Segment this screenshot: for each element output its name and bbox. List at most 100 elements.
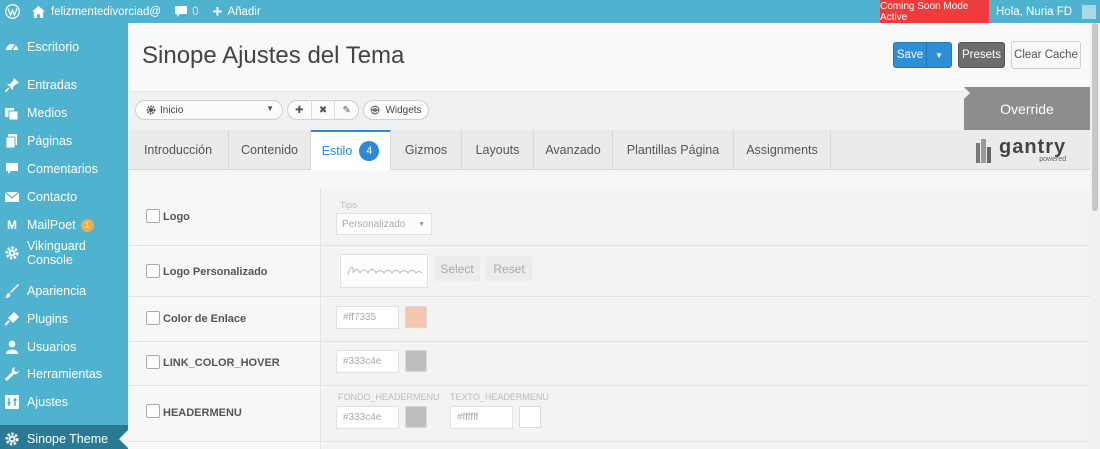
sidebar-item-label: Sinope Theme: [27, 432, 109, 446]
user-icon: [5, 340, 19, 354]
tab-layouts[interactable]: Layouts: [462, 130, 534, 170]
sidebar-item-apariencia[interactable]: Apariencia: [0, 277, 128, 305]
comment-bubble-icon: [175, 6, 188, 17]
sidebar-item-vikinguard[interactable]: Vikinguard Console: [0, 239, 128, 267]
gantry-tower-icon: [976, 139, 991, 163]
setting-label: HEADERMENU: [163, 407, 242, 419]
save-label: Save: [896, 49, 924, 61]
scrollbar-thumb[interactable]: [1092, 23, 1098, 211]
link-color-checkbox[interactable]: [146, 311, 160, 325]
coming-soon-badge[interactable]: Coming Soon Mode Active: [880, 0, 989, 23]
sidebar-item-sinope-theme[interactable]: Sinope Theme: [0, 425, 128, 449]
gear-icon: [5, 246, 19, 260]
pin-icon: [5, 78, 19, 92]
chevron-down-icon[interactable]: ▼: [926, 43, 951, 67]
add-new-label: Añadir: [227, 5, 261, 18]
preset-select[interactable]: Inicio ▼: [135, 100, 283, 120]
add-new-link[interactable]: + Añadir: [213, 0, 261, 23]
chevron-down-icon: ▼: [418, 220, 425, 228]
greeting-label: Hola, Nuria FD: [996, 5, 1073, 18]
select-logo-button[interactable]: Select: [434, 256, 480, 281]
setting-row-logo: Logo Tipo Personalizado ▼: [128, 188, 1090, 246]
save-button[interactable]: Save ▼: [893, 42, 952, 68]
sidebar-item-usuarios[interactable]: Usuarios: [0, 333, 128, 361]
wordpress-logo-icon[interactable]: [1, 0, 24, 23]
site-name-link[interactable]: felizmentedivorciad@: [32, 0, 161, 23]
sidebar-item-ajustes[interactable]: Ajustes: [0, 388, 128, 416]
sidebar-item-entradas[interactable]: Entradas: [0, 71, 128, 99]
sidebar-item-contacto[interactable]: Contacto: [0, 183, 128, 211]
tab-plantillas-pagina[interactable]: Plantillas Página: [613, 130, 734, 170]
preset-select-value: Inicio: [160, 104, 184, 116]
sidebar-item-label: Entradas: [27, 78, 78, 92]
tab-introduccion[interactable]: Introducción: [128, 130, 229, 170]
sidebar-item-paginas[interactable]: Páginas: [0, 127, 128, 155]
tab-label: Plantillas Página: [626, 143, 720, 157]
headermenu-text-input[interactable]: #ffffff: [450, 406, 513, 429]
link-color-hover-input[interactable]: #333c4e: [336, 350, 399, 373]
tab-estilo[interactable]: Estilo 4: [311, 130, 391, 170]
avatar: [1082, 4, 1097, 19]
pages-icon: [5, 134, 19, 148]
edit-pencil-icon[interactable]: ✎: [335, 101, 358, 119]
logo-checkbox[interactable]: [146, 209, 160, 223]
clear-cache-button[interactable]: Clear Cache: [1011, 41, 1081, 69]
sidebar-item-escritorio[interactable]: Escritorio: [0, 33, 128, 61]
headermenu-bg-swatch[interactable]: [405, 406, 427, 428]
page-title: Sinope Ajustes del Tema: [142, 42, 405, 69]
reset-logo-button[interactable]: Reset: [486, 256, 532, 281]
main-content: Sinope Ajustes del Tema Save ▼ Presets C…: [128, 23, 1090, 449]
tab-label: Introducción: [143, 143, 213, 157]
headermenu-bg-input[interactable]: #333c4e: [336, 406, 399, 429]
user-account-menu[interactable]: Hola, Nuria FD: [996, 0, 1097, 23]
tab-label: Layouts: [475, 143, 520, 157]
sidebar-item-comentarios[interactable]: Comentarios: [0, 155, 128, 183]
gear-icon: [146, 105, 156, 115]
headermenu-text-swatch[interactable]: [519, 406, 541, 428]
sidebar-item-label: Páginas: [27, 134, 73, 148]
tab-assignments[interactable]: Assignments: [734, 130, 831, 170]
link-color-hover-checkbox[interactable]: [146, 355, 160, 369]
gear-icon: [5, 432, 19, 446]
sidebar-item-medios[interactable]: Medios: [0, 99, 128, 127]
dashboard-icon: [5, 40, 19, 54]
page-scrollbar[interactable]: [1090, 23, 1100, 449]
override-toggle[interactable]: Override: [964, 87, 1090, 130]
sidebar-item-label: Plugins: [27, 312, 68, 326]
plug-icon: [5, 312, 19, 326]
comments-link[interactable]: 0: [175, 0, 199, 23]
brush-icon: [5, 284, 19, 298]
sidebar-item-plugins[interactable]: Plugins: [0, 305, 128, 333]
tab-contenido[interactable]: Contenido: [229, 130, 311, 170]
setting-row-link-color: Color de Enlace #ff7335: [128, 297, 1090, 342]
tab-avanzado[interactable]: Avanzado: [534, 130, 613, 170]
custom-logo-checkbox[interactable]: [146, 264, 160, 278]
tab-gizmos[interactable]: Gizmos: [391, 130, 462, 170]
widgets-button[interactable]: Widgets: [363, 100, 429, 120]
setting-row-next: [128, 442, 1090, 449]
envelope-icon: [5, 190, 19, 204]
sidebar-item-label: Herramientas: [27, 367, 103, 381]
preset-toolbar: Inicio ▼ ✚ ✖ ✎ Widgets: [128, 91, 1090, 130]
field-caption: Tipo: [340, 200, 358, 210]
mailpoet-icon: M: [7, 218, 17, 232]
admin-sidebar: Escritorio Entradas Medios Páginas Comen…: [0, 23, 128, 449]
setting-row-headermenu: HEADERMENU FONDO_HEADERMENU #333c4e TEXT…: [128, 386, 1090, 442]
add-preset-icon[interactable]: ✚: [288, 101, 312, 119]
setting-label: Logo Personalizado: [163, 266, 268, 278]
link-color-hover-swatch[interactable]: [405, 350, 427, 372]
presets-button[interactable]: Presets: [958, 42, 1005, 68]
sidebar-item-herramientas[interactable]: Herramientas: [0, 360, 128, 388]
link-color-swatch[interactable]: [405, 306, 427, 328]
delete-preset-icon[interactable]: ✖: [312, 101, 336, 119]
link-color-input[interactable]: #ff7335: [336, 306, 399, 329]
headermenu-checkbox[interactable]: [146, 404, 160, 418]
field-caption: TEXTO_HEADERMENU: [450, 392, 549, 402]
sidebar-item-mailpoet[interactable]: M MailPoet 1: [0, 211, 128, 239]
comments-count: 0: [192, 5, 199, 18]
tab-label: Avanzado: [545, 143, 601, 157]
chevron-down-icon: ▼: [266, 104, 274, 113]
plus-icon: +: [212, 2, 223, 21]
logo-type-select[interactable]: Personalizado ▼: [336, 213, 432, 235]
logo-preview-image: [340, 254, 428, 288]
